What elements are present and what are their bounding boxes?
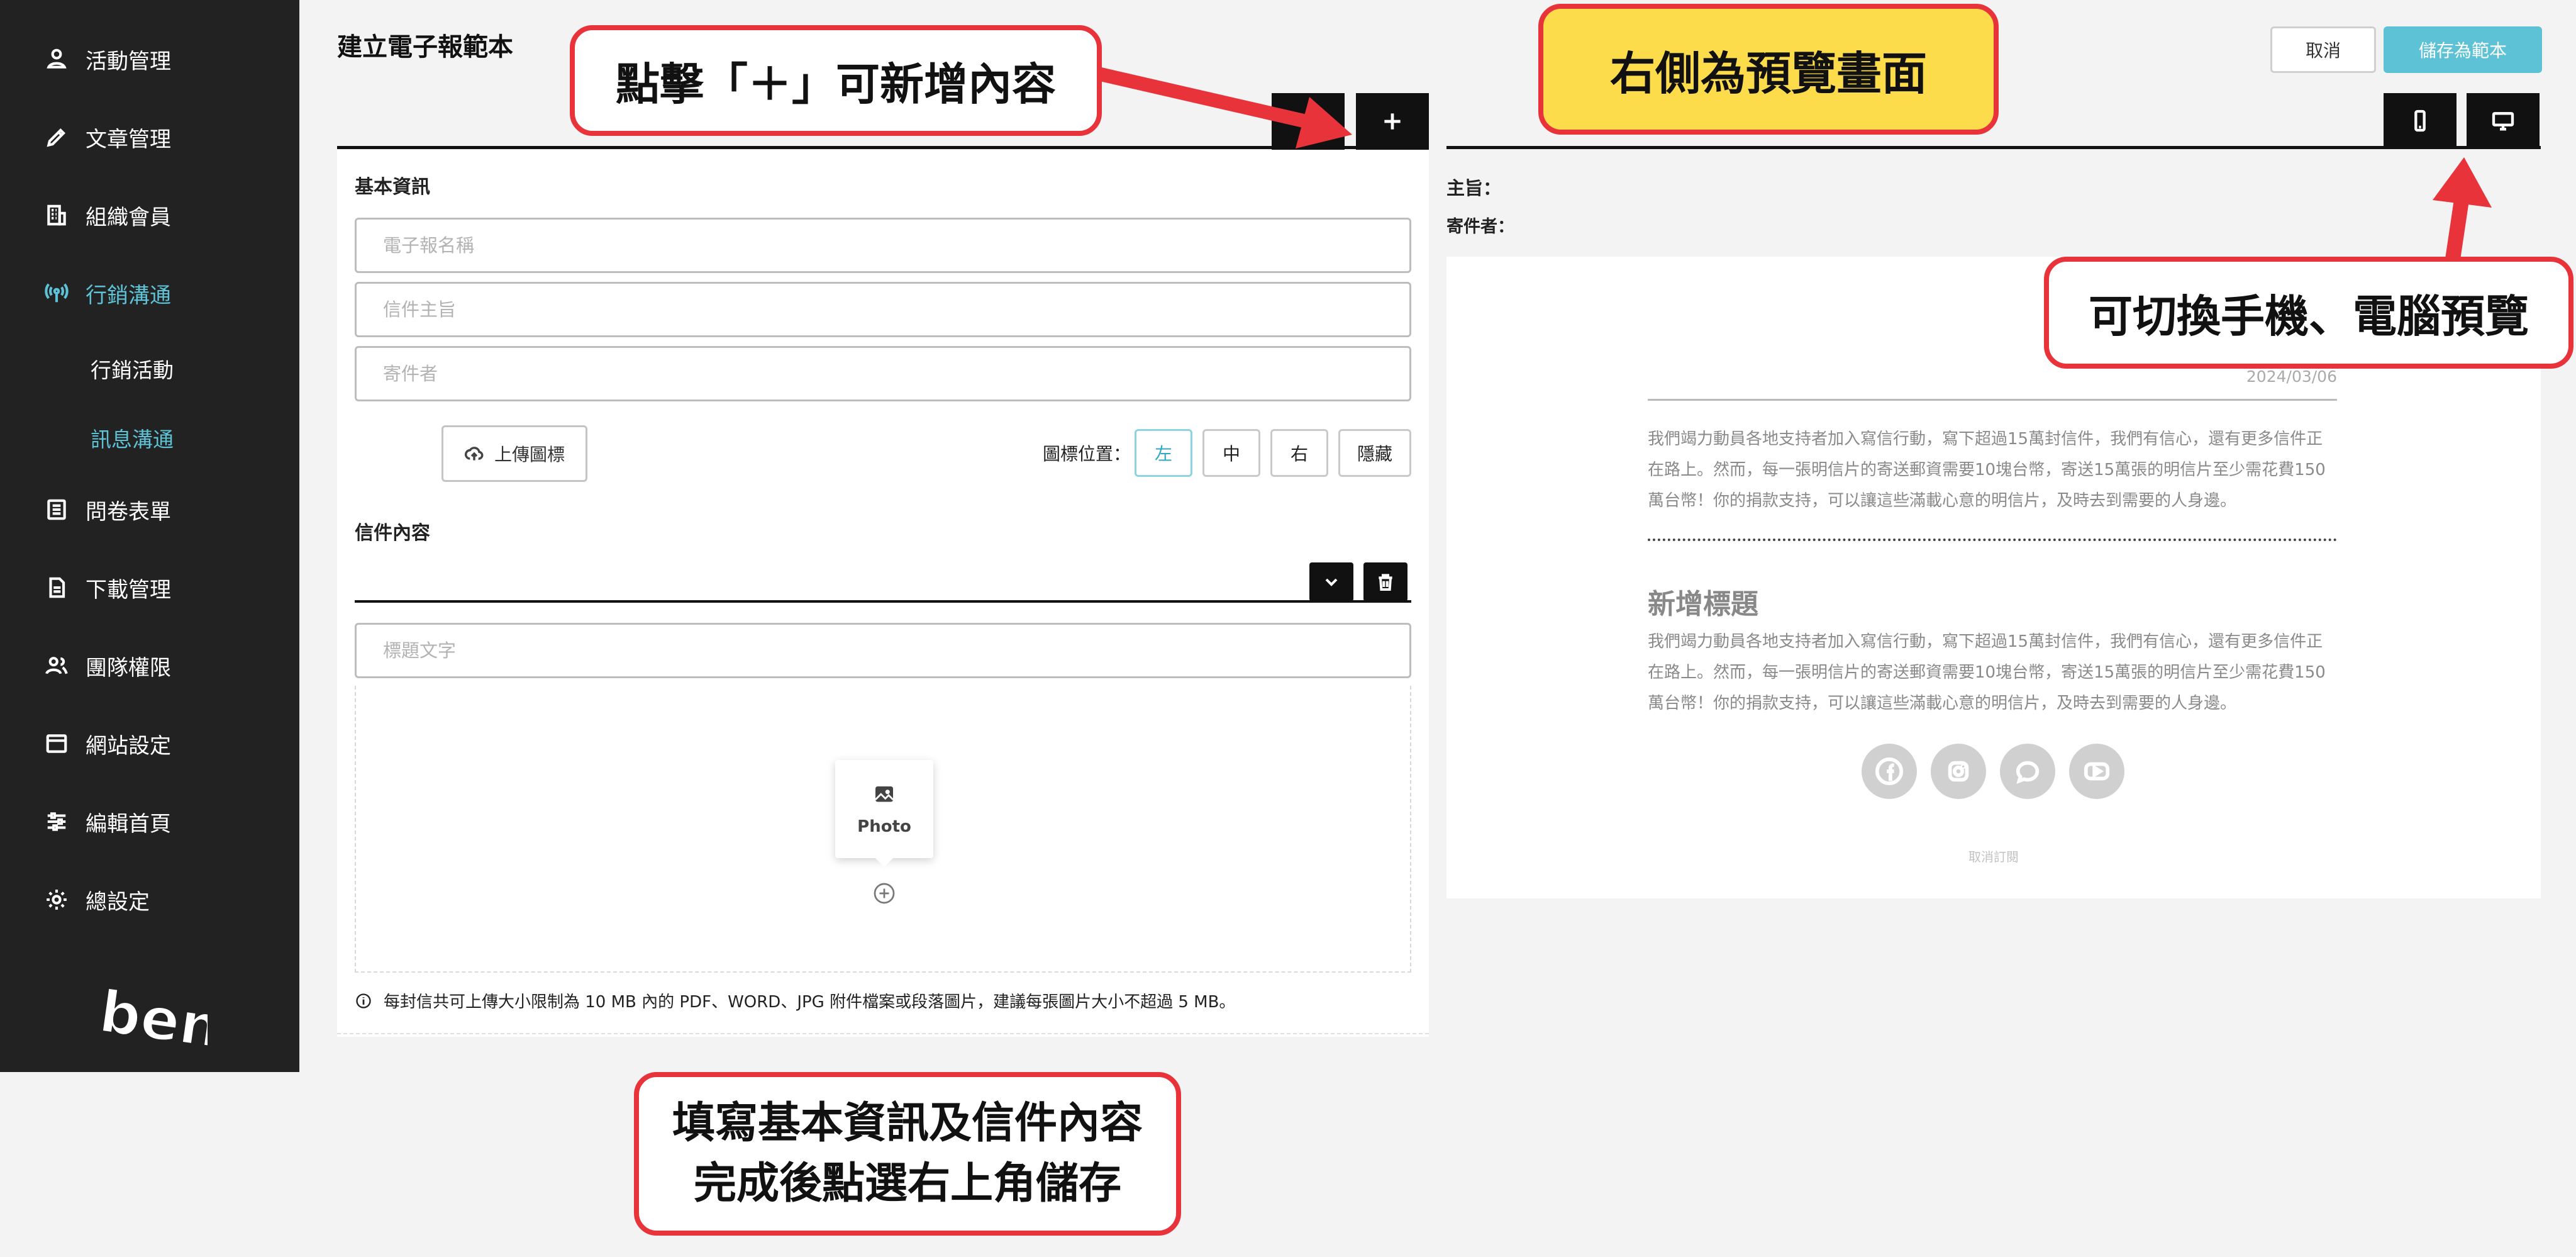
preview-dotted-divider: [1648, 539, 2337, 541]
delete-block-button[interactable]: [1363, 562, 1407, 601]
facebook-icon[interactable]: [1862, 744, 1917, 799]
file-icon: [44, 575, 69, 600]
sidebar-item-label: 團隊權限: [86, 655, 171, 681]
attachment-note-text: 每封信共可上傳大小限制為 10 MB 內的 PDF、WORD、JPG 附件檔案或…: [384, 993, 1236, 1012]
preview-paragraph: 我們竭力動員各地支持者加入寫信行動，寫下超過15萬封信件，我們有信心，還有更多信…: [1648, 430, 2326, 510]
subject-input[interactable]: [355, 282, 1411, 337]
photo-label: Photo: [857, 817, 911, 836]
sidebar-item-team[interactable]: 團隊權限: [44, 647, 171, 684]
sidebar-item-members[interactable]: 組織會員: [44, 196, 171, 234]
chat-icon[interactable]: [2000, 744, 2055, 799]
photo-drop-zone[interactable]: Photo: [355, 686, 1411, 973]
sliders-icon: [44, 809, 69, 834]
upload-icon-button[interactable]: 上傳圖標: [441, 425, 587, 482]
editor-toolbar-divider: [337, 146, 1429, 149]
sidebar-item-label: 下載管理: [86, 577, 171, 603]
photo-insert-card[interactable]: Photo: [835, 760, 933, 867]
image-icon: [875, 786, 894, 802]
sidebar-item-articles[interactable]: 文章管理: [44, 118, 171, 156]
sidebar-item-forms[interactable]: 問卷表單: [44, 491, 171, 528]
preview-sender-label: 寄件者：: [1446, 217, 1514, 237]
broadcast-icon: [44, 281, 69, 306]
icon-position-center[interactable]: 中: [1202, 429, 1260, 477]
panel-bottom-divider: [337, 1033, 1429, 1034]
heading-text-input[interactable]: [355, 623, 1411, 678]
eye-icon: [1301, 114, 1316, 129]
cancel-button[interactable]: 取消: [2270, 26, 2376, 73]
sidebar-item-website[interactable]: 網站設定: [44, 725, 171, 763]
annotation-fill-in: 填寫基本資訊及信件內容 完成後點選右上角儲存: [634, 1072, 1181, 1236]
desktop-preview-button[interactable]: [2467, 93, 2540, 148]
preview-heading: 新增標題: [1648, 588, 1758, 620]
sidebar-item-label: 編輯首頁: [86, 811, 171, 837]
eye-toggle-button[interactable]: [1272, 93, 1345, 150]
annotation-fill-in-line2: 完成後點選右上角儲存: [693, 1159, 1121, 1209]
sidebar-subitem-campaigns[interactable]: 行銷活動: [91, 354, 174, 384]
preview-subject-label: 主旨：: [1446, 177, 1502, 199]
sidebar-item-activity[interactable]: 活動管理: [44, 40, 171, 78]
chevron-down-icon: [1325, 578, 1338, 586]
newsletter-name-input[interactable]: [355, 218, 1411, 273]
trash-icon: [1379, 574, 1392, 591]
mobile-preview-button[interactable]: [2384, 93, 2457, 148]
save-as-template-button[interactable]: 儲存為範本: [2384, 26, 2542, 73]
sidebar-item-label: 總設定: [86, 889, 150, 915]
sidebar-subitem-messaging[interactable]: 訊息溝通: [91, 423, 174, 453]
sidebar-item-label: 組織會員: [86, 204, 171, 230]
unsubscribe-link[interactable]: 取消訂閱: [1924, 847, 2063, 865]
cloud-upload-icon: [464, 447, 484, 461]
ben-logo: ben: [94, 977, 208, 1063]
preview-divider: [1648, 399, 2337, 401]
annotation-add-content: 點擊「＋」可新增內容: [570, 25, 1102, 136]
sidebar: 活動管理 文章管理 組織會員 行銷溝通 行銷活動 訊息溝通 問卷表單 下載管理 …: [0, 0, 299, 1072]
add-circle-icon[interactable]: [873, 882, 896, 905]
user-pin-icon: [44, 47, 69, 72]
instagram-icon[interactable]: [1931, 744, 1986, 799]
annotation-device-toggle: 可切換手機、電腦預覽: [2044, 257, 2573, 369]
upload-icon-label: 上傳圖標: [494, 444, 565, 465]
sidebar-item-downloads[interactable]: 下載管理: [44, 569, 171, 606]
svg-text:ben: ben: [96, 978, 208, 1061]
preview-paragraph: 我們竭力動員各地支持者加入寫信行動，寫下超過15萬封信件，我們有信心，還有更多信…: [1648, 632, 2326, 713]
sidebar-item-homepage[interactable]: 編輯首頁: [44, 803, 171, 841]
team-icon: [44, 653, 69, 678]
mobile-icon: [2414, 109, 2426, 132]
page-title: 建立電子報範本: [337, 33, 513, 62]
sidebar-item-marketing[interactable]: 行銷溝通: [44, 274, 171, 312]
window-icon: [44, 731, 69, 756]
desktop-icon: [2492, 112, 2514, 131]
mail-content-heading: 信件內容: [355, 522, 430, 544]
content-block-divider: [355, 600, 1411, 603]
form-icon: [44, 497, 69, 522]
pen-icon: [44, 125, 69, 150]
editor-panel: 基本資訊 上傳圖標 圖標位置： 左 中 右 隱藏 信件內容 Photo 每封信共…: [337, 150, 1429, 1037]
youtube-icon[interactable]: [2069, 744, 2124, 799]
icon-position-left[interactable]: 左: [1135, 429, 1192, 477]
gear-icon: [44, 887, 69, 912]
sidebar-item-label: 文章管理: [86, 126, 171, 152]
add-content-button[interactable]: [1356, 93, 1429, 150]
sidebar-item-label: 網站設定: [86, 733, 171, 759]
attachment-note: 每封信共可上傳大小限制為 10 MB 內的 PDF、WORD、JPG 附件檔案或…: [355, 989, 1235, 1012]
basic-info-heading: 基本資訊: [355, 176, 430, 198]
preview-date: 2024/03/06: [2246, 367, 2337, 386]
info-icon: [356, 993, 371, 1008]
collapse-block-button[interactable]: [1309, 562, 1353, 601]
sender-input[interactable]: [355, 346, 1411, 401]
sidebar-item-label: 活動管理: [86, 48, 171, 74]
icon-position-hide[interactable]: 隱藏: [1338, 429, 1411, 477]
annotation-fill-in-line1: 填寫基本資訊及信件內容: [672, 1098, 1143, 1148]
sidebar-item-label: 行銷溝通: [86, 282, 171, 308]
icon-position-label: 圖標位置：: [1043, 444, 1131, 464]
preview-toolbar-divider: [1446, 146, 2541, 149]
plus-icon: [1384, 113, 1401, 130]
sidebar-item-label: 問卷表單: [86, 499, 171, 525]
sidebar-item-settings[interactable]: 總設定: [44, 881, 150, 919]
icon-position-right[interactable]: 右: [1270, 429, 1328, 477]
annotation-preview-right: 右側為預覽畫面: [1538, 4, 1999, 135]
building-icon: [44, 203, 69, 228]
